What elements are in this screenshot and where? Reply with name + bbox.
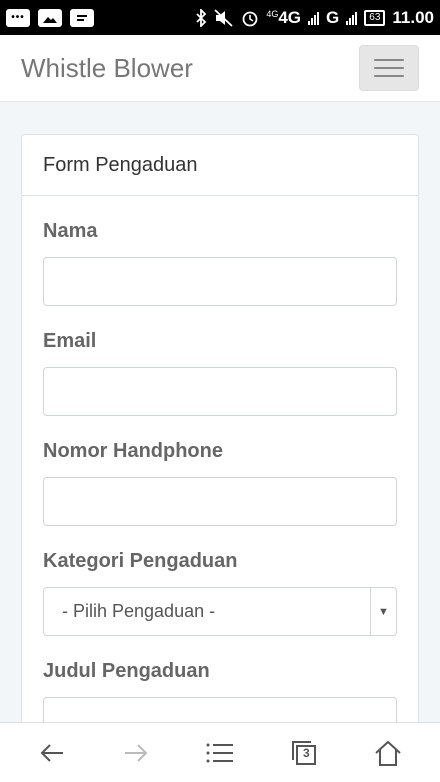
card-body: Nama Email Nomor Handphone Kategori Peng…	[22, 220, 418, 733]
field-kategori: Kategori Pengaduan - Pilih Pengaduan - ▼	[43, 550, 397, 636]
card-header: Form Pengaduan	[22, 135, 418, 196]
tabs-button[interactable]: 3	[282, 731, 326, 775]
status-bar: ••• 4G4G G 63 11.00	[0, 0, 440, 35]
bluetooth-icon	[196, 8, 207, 27]
mute-icon	[214, 8, 233, 27]
hamburger-line-icon	[374, 75, 404, 77]
kategori-selected-value: - Pilih Pengaduan -	[62, 601, 216, 621]
signal-icon-2	[346, 11, 358, 25]
tab-count: 3	[303, 745, 310, 760]
battery-indicator: 63	[364, 9, 386, 26]
field-email: Email	[43, 330, 397, 416]
back-arrow-icon	[40, 743, 63, 762]
hamburger-menu-button[interactable]	[359, 45, 419, 91]
dropdown-arrow-icon: ▼	[370, 588, 396, 635]
forward-button[interactable]	[114, 731, 158, 775]
back-button[interactable]	[30, 731, 74, 775]
home-button[interactable]	[366, 731, 410, 775]
email-label: Email	[43, 330, 97, 352]
field-phone: Nomor Handphone	[43, 440, 397, 526]
alarm-icon	[242, 11, 258, 26]
form-title: Form Pengaduan	[43, 153, 198, 176]
menu-list-button[interactable]	[198, 731, 242, 775]
list-icon	[206, 743, 233, 762]
navbar: Whistle Blower	[0, 35, 440, 102]
message-notification-icon: •••	[6, 8, 30, 27]
chat-notification-icon	[70, 8, 94, 27]
forward-arrow-icon	[125, 743, 148, 762]
nama-input[interactable]	[43, 257, 397, 306]
nama-label: Nama	[43, 220, 98, 242]
complaint-form-card: Form Pengaduan Nama Email Nomor Handphon…	[21, 134, 419, 734]
signal-icon	[308, 11, 320, 25]
network-type-2: G	[326, 7, 340, 27]
hamburger-line-icon	[374, 59, 404, 61]
judul-label: Judul Pengaduan	[43, 660, 210, 682]
network-label-small: 4G	[266, 8, 279, 19]
network-type: 4G	[278, 7, 302, 27]
phone-label: Nomor Handphone	[43, 440, 223, 462]
brand-title[interactable]: Whistle Blower	[21, 53, 193, 84]
kategori-label: Kategori Pengaduan	[43, 550, 238, 572]
email-input[interactable]	[43, 367, 397, 416]
phone-input[interactable]	[43, 477, 397, 526]
clock: 11.00	[392, 7, 434, 27]
home-icon	[375, 740, 401, 766]
browser-bottom-bar: 3	[0, 722, 440, 782]
kategori-select[interactable]: - Pilih Pengaduan - ▼	[43, 587, 397, 636]
hamburger-line-icon	[374, 67, 404, 69]
field-nama: Nama	[43, 220, 397, 306]
image-notification-icon	[38, 8, 62, 27]
